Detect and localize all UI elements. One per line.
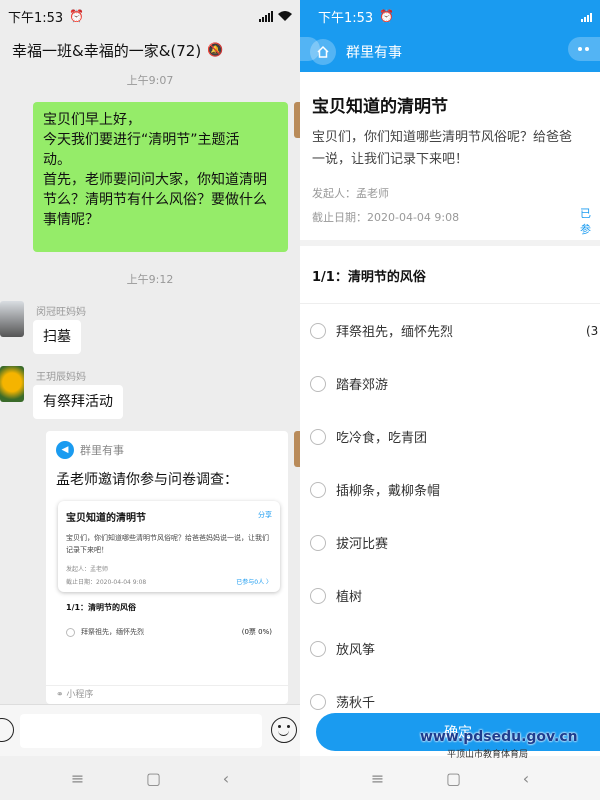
mute-bell-icon: 🔕 — [207, 42, 224, 58]
preview-description: 宝贝们，你们知道哪些清明节风俗呢？给爸爸妈妈说一说，让我们记录下来吧！ — [66, 534, 269, 554]
radio-icon[interactable] — [310, 481, 326, 498]
speaker-icon: ◀ — [56, 441, 74, 459]
system-nav-bar: ≡ ▢ ‹ — [0, 756, 300, 800]
radio-icon[interactable] — [310, 322, 326, 339]
radio-icon[interactable] — [310, 534, 326, 551]
message-bubble[interactable]: 扫墓 — [33, 320, 81, 354]
preview-title: 宝贝知道的清明节 — [66, 513, 146, 524]
survey-preview: 宝贝知道的清明节 分享 宝贝们，你们知道哪些清明节风俗呢？给爸爸妈妈说一说，让我… — [58, 501, 280, 592]
sender-name: 闵冠旺妈妈 — [36, 307, 86, 318]
option-list: 拜祭祖先，缅怀先烈 (3 踏春郊游 吃冷食，吃青团 插柳条，戴柳条帽 拔河比赛 植… — [300, 304, 600, 728]
status-time: 下午1:53 — [318, 10, 374, 26]
chat-title[interactable]: 幸福一班&幸福的一家&(72) — [12, 40, 201, 61]
preview-option-percent: (0票 0%) — [241, 628, 272, 636]
option-item[interactable]: 植树 — [300, 569, 600, 622]
preview-deadline: 截止日期：2020-04-04 9:08 — [66, 579, 147, 586]
preview-initiator: 发起人：孟老师 — [66, 566, 109, 573]
card-invite-text: 孟老师邀请你参与问卷调查： — [56, 472, 238, 488]
home-nav-icon[interactable]: ▢ — [446, 769, 461, 788]
link-icon: ⚭ — [56, 690, 64, 700]
watermark-url: www.pdsedu.gov.cn — [420, 729, 578, 745]
signal-icon — [259, 10, 273, 22]
preview-question: 1/1：清明节的风俗 拜祭祖先，缅怀先烈 (0票 0%) — [58, 592, 280, 643]
joined-link[interactable]: 已参 — [580, 205, 600, 237]
signal-icon — [581, 11, 592, 22]
preview-share-link: 分享 — [258, 511, 272, 519]
back-nav-icon[interactable]: ‹ — [523, 769, 529, 788]
menu-nav-icon[interactable]: ≡ — [71, 769, 84, 788]
survey-initiator: 发起人：孟老师 — [312, 187, 389, 200]
chat-input-bar — [0, 704, 300, 756]
avatar[interactable] — [0, 366, 24, 402]
status-time: 下午1:53 — [8, 10, 64, 26]
menu-nav-icon[interactable]: ≡ — [371, 769, 384, 788]
more-options-button[interactable] — [568, 37, 600, 61]
emoji-icon[interactable] — [271, 717, 297, 743]
sender-name: 王玥辰妈妈 — [36, 372, 86, 383]
message-bubble[interactable]: 有祭拜活动 — [33, 385, 123, 419]
option-item[interactable]: 踏春郊游 — [300, 357, 600, 410]
radio-icon[interactable] — [310, 693, 326, 710]
option-item[interactable]: 插柳条，戴柳条帽 — [300, 463, 600, 516]
back-nav-icon[interactable]: ‹ — [223, 769, 229, 788]
radio-icon[interactable] — [310, 587, 326, 604]
radio-icon — [66, 627, 75, 637]
home-nav-icon[interactable]: ▢ — [146, 769, 161, 788]
alarm-icon: ⏰ — [69, 9, 85, 23]
mini-program-label: 小程序 — [66, 690, 94, 700]
option-item[interactable]: 吃冷食，吃青团 — [300, 410, 600, 463]
timestamp: 上午9:12 — [126, 273, 174, 286]
avatar[interactable] — [0, 301, 24, 337]
status-bar: 下午1:53 ⏰ — [300, 0, 600, 32]
survey-description: 宝贝们，你们知道哪些清明节风俗呢？给爸爸 一说，让我们记录下来吧！ — [312, 130, 573, 167]
preview-question-title: 1/1：清明节的风俗 — [66, 603, 137, 612]
radio-icon[interactable] — [310, 375, 326, 392]
chat-header: 幸福一班&幸福的一家&(72) 🔕 — [0, 32, 300, 68]
option-item[interactable]: 放风筝 — [300, 622, 600, 675]
voice-icon[interactable] — [0, 718, 14, 742]
mini-program-card[interactable]: ◀ 群里有事 孟老师邀请你参与问卷调查： 宝贝知道的清明节 分享 宝贝们，你们知… — [46, 431, 288, 704]
radio-icon[interactable] — [310, 428, 326, 445]
survey-deadline: 截止日期：2020-04-04 9:08 — [312, 211, 460, 224]
survey-info: 宝贝知道的清明节 宝贝们，你们知道哪些清明节风俗呢？给爸爸 一说，让我们记录下来… — [300, 72, 600, 240]
system-nav-bar: ≡ ▢ ‹ — [300, 756, 600, 800]
survey-title: 宝贝知道的清明节 — [312, 97, 448, 117]
watermark-org: 平顶山市教育体育局 — [447, 750, 529, 760]
message-input[interactable] — [20, 714, 262, 748]
preview-option: 拜祭祖先，缅怀先烈 — [81, 628, 144, 636]
question-header: 1/1：清明节的风俗 — [300, 246, 600, 304]
option-count: (3 — [586, 323, 599, 338]
app-title: 群里有事 — [346, 45, 402, 61]
radio-icon[interactable] — [310, 640, 326, 657]
survey-panel: 下午1:53 ⏰ 群里有事 宝贝知道的清明节 宝贝们，你们知道哪些清明节风俗呢？… — [300, 0, 600, 800]
chat-panel: 下午1:53 ⏰ 幸福一班&幸福的一家&(72) 🔕 上午9:07 宝贝们早上好… — [0, 0, 300, 800]
timestamp: 上午9:07 — [126, 74, 174, 87]
card-app-name: 群里有事 — [80, 444, 124, 457]
option-item[interactable]: 拜祭祖先，缅怀先烈 (3 — [300, 304, 600, 357]
preview-joined: 已参与0人 〉 — [236, 579, 272, 586]
app-header: 下午1:53 ⏰ 群里有事 — [300, 0, 600, 72]
wifi-icon — [278, 11, 292, 21]
status-bar: 下午1:53 ⏰ — [0, 0, 300, 32]
option-item[interactable]: 拔河比赛 — [300, 516, 600, 569]
alarm-icon: ⏰ — [379, 9, 395, 23]
teacher-message-bubble[interactable]: 宝贝们早上好， 今天我们要进行“清明节”主题活 动。 首先，老师要问问大家，你知… — [33, 102, 288, 252]
